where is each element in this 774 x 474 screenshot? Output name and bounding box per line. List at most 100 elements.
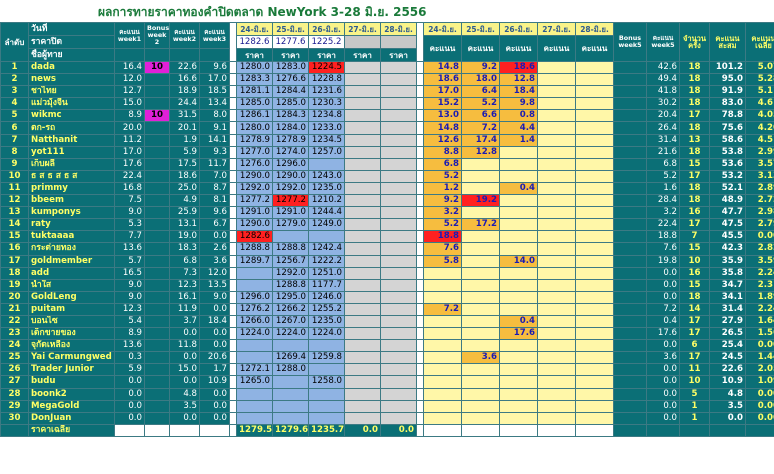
spacer <box>229 351 237 365</box>
week5-score: 6.8 <box>646 157 680 171</box>
score-date-header: 28-มิ.ย. <box>575 22 614 36</box>
guess-price: 1292.0 <box>272 266 309 280</box>
spacer <box>229 73 237 87</box>
bonus-week5 <box>613 266 647 280</box>
week5-score: 0.0 <box>646 375 680 389</box>
bonus-week5 <box>613 194 647 208</box>
player-name: เด็กขายของ <box>28 327 115 341</box>
week5-score: 0.0 <box>646 278 680 292</box>
average-score: 1.56 <box>745 327 774 341</box>
guess-price <box>380 254 417 268</box>
guess-price <box>272 375 309 389</box>
week5-header: คะแนน week5 <box>646 22 680 62</box>
guess-price <box>236 351 273 365</box>
bonus-week2 <box>144 411 170 425</box>
total-score: 0.0 <box>709 411 746 425</box>
guess-price: 1258.0 <box>308 375 345 389</box>
week2-score: 3.5 <box>169 399 200 413</box>
week5-score: 3.6 <box>646 351 680 365</box>
day-score <box>461 411 500 425</box>
day-score <box>461 242 500 256</box>
day-score <box>537 157 576 171</box>
day-score <box>575 339 614 353</box>
blank-header <box>169 48 200 62</box>
spacer <box>229 181 237 196</box>
table-row: 15 tuktaaaa 7.7 19.0 0.0 1282.6 18.8 18.8 7 45.5 0… <box>0 230 774 244</box>
guess-price: 1292.0 <box>236 181 273 196</box>
score-date-header: 25-มิ.ย. <box>461 22 500 36</box>
spacer <box>416 351 424 365</box>
close-price-value <box>380 35 417 49</box>
guess-price <box>344 387 381 401</box>
guess-price: 1266.0 <box>236 314 273 329</box>
player-label: ชื่อผู้ทาย <box>28 48 115 62</box>
week1-score: 12.0 <box>114 73 145 87</box>
guess-price <box>380 181 417 196</box>
table-row: 5 wikmc 8.9 10 31.5 8.0 1286.1 1284.3 1234.8 13.0… <box>0 109 774 123</box>
row-number: 27 <box>0 375 29 389</box>
guess-price <box>344 351 381 365</box>
player-name: ตก-รถ <box>28 121 115 135</box>
week1-score: 12.3 <box>114 302 145 316</box>
week3-score: 8.0 <box>199 109 230 123</box>
average-score: 2.82 <box>745 242 774 256</box>
day-score <box>575 133 614 147</box>
player-name: ชาไทย <box>28 85 115 99</box>
row-number: 16 <box>0 242 29 256</box>
average-score: 4.61 <box>745 97 774 111</box>
guess-price: 1277.2 <box>236 194 273 208</box>
bonus-week5 <box>613 351 647 365</box>
week5-score: 22.4 <box>646 218 680 232</box>
guess-price: 1235.0 <box>308 181 345 196</box>
day-score <box>461 363 500 377</box>
week3-score: 9.1 <box>199 121 230 135</box>
guess-price <box>380 206 417 220</box>
bonus-week2 <box>144 169 170 183</box>
player-name: ธ ส ธ ส ธ ส <box>28 169 115 183</box>
day-score <box>575 85 614 99</box>
bonus-week5 <box>613 314 647 329</box>
guess-price: 1230.3 <box>308 97 345 111</box>
guess-price <box>344 121 381 135</box>
table-row: 13 kumponys 9.0 25.9 9.6 1291.0 1291.0 1244.4 3.… <box>0 206 774 220</box>
week3-score: 12.0 <box>199 266 230 280</box>
spacer <box>229 375 237 389</box>
row-number: 1 <box>0 60 29 75</box>
spacer <box>416 363 424 377</box>
week1-score: 16.8 <box>114 181 145 196</box>
average-score: 0.00 <box>745 387 774 401</box>
bonus-week5 <box>613 181 647 196</box>
spacer <box>229 157 237 171</box>
day-score <box>423 278 462 292</box>
guess-count: 14 <box>679 302 710 316</box>
average-price: 1279.6 <box>272 423 309 437</box>
week5-score: 20.4 <box>646 109 680 123</box>
guess-price <box>308 157 345 171</box>
spacer <box>416 121 424 135</box>
week2-score: 24.4 <box>169 97 200 111</box>
week5-score: 17.6 <box>646 327 680 341</box>
day-score: 18.8 <box>423 230 462 244</box>
average-score: 2.31 <box>745 278 774 292</box>
spacer <box>229 109 237 123</box>
average-score: 2.79 <box>745 218 774 232</box>
average-score: 2.24 <box>745 266 774 280</box>
spacer <box>229 290 237 304</box>
day-score <box>423 387 462 401</box>
day-score: 18.0 <box>461 73 500 87</box>
spacer <box>416 133 424 147</box>
row-number: 28 <box>0 387 29 401</box>
day-score <box>537 314 576 329</box>
spacer <box>229 97 237 111</box>
guess-price <box>380 399 417 413</box>
week5-score: 0.0 <box>646 290 680 304</box>
guess-price <box>236 411 273 425</box>
week3-score: 10.9 <box>199 375 230 389</box>
week2-score: 31.5 <box>169 109 200 123</box>
guess-price <box>236 399 273 413</box>
spacer <box>229 169 237 183</box>
guess-price <box>344 85 381 99</box>
bonus-week5 <box>613 327 647 341</box>
table-row: 19 น้ำใส 9.0 12.3 13.5 1288.8 1177.7 0.0 15 34.7 2… <box>0 278 774 292</box>
spacer <box>416 423 424 437</box>
